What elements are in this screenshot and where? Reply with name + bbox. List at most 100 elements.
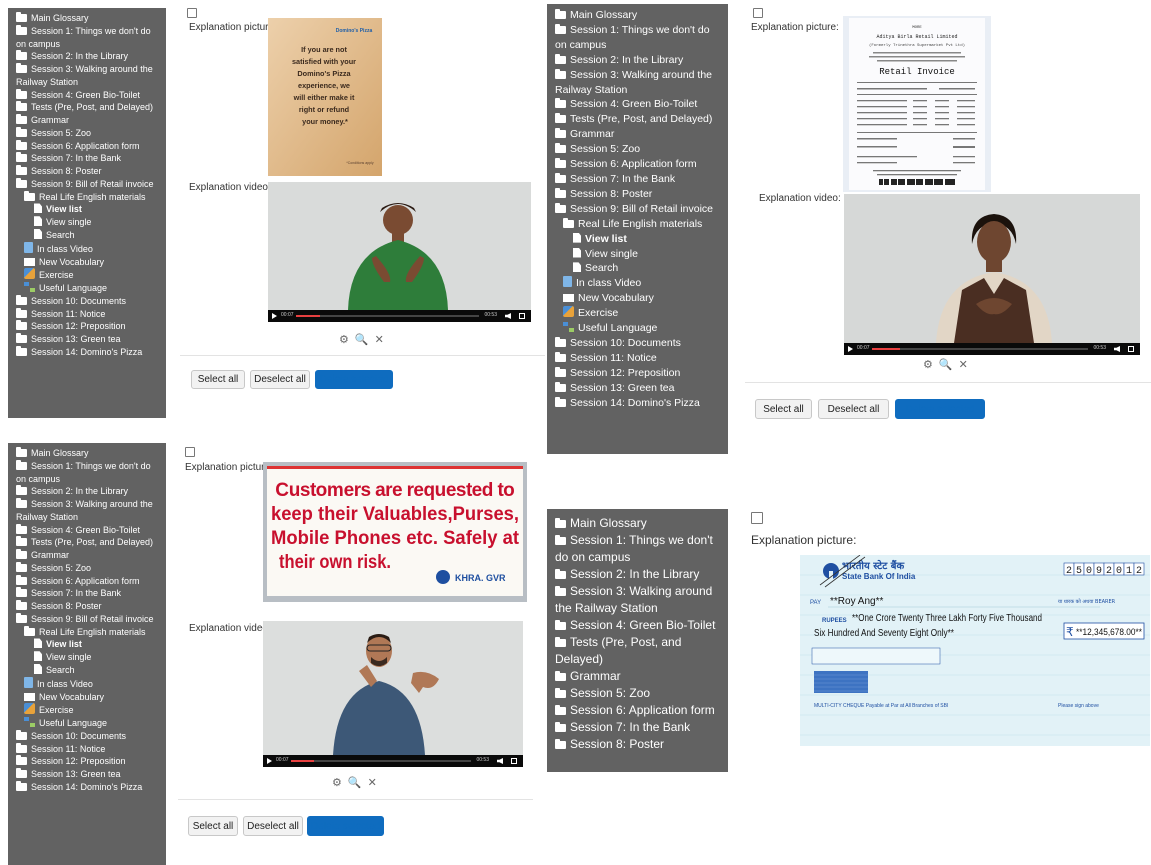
- sidebar-item[interactable]: In class Video: [555, 276, 722, 291]
- sidebar-item[interactable]: Session 2: In the Library: [555, 566, 722, 583]
- explanation-video-player[interactable]: 00:07 00:53: [844, 194, 1140, 355]
- video-seek-bar[interactable]: [872, 348, 1088, 350]
- sidebar-item[interactable]: View list: [555, 232, 722, 247]
- sidebar-item[interactable]: Session 7: In the Bank: [16, 152, 160, 165]
- sidebar-item[interactable]: Session 10: Documents: [555, 336, 722, 351]
- play-icon[interactable]: [848, 346, 853, 352]
- sidebar-item[interactable]: Session 1: Things we don't do on campus: [555, 23, 722, 53]
- sidebar-item[interactable]: Session 11: Notice: [16, 307, 160, 321]
- sidebar-item[interactable]: Main Glossary: [16, 12, 160, 25]
- gear-icon[interactable]: ⚙: [332, 777, 348, 789]
- sidebar-item[interactable]: Session 12: Preposition: [555, 366, 722, 381]
- sidebar-item[interactable]: Session 14: Domino's Pizza: [16, 780, 160, 794]
- close-icon[interactable]: ✕: [368, 777, 383, 789]
- sidebar-item[interactable]: Session 7: In the Bank: [555, 719, 722, 736]
- sidebar-item[interactable]: View list: [16, 638, 160, 651]
- sidebar-item[interactable]: Session 9: Bill of Retail invoice: [16, 612, 160, 626]
- fullscreen-icon[interactable]: [511, 758, 517, 764]
- explanation-video-player[interactable]: 00:07 00:53: [263, 621, 523, 767]
- sidebar-item[interactable]: Session 10: Documents: [16, 729, 160, 743]
- sidebar-item[interactable]: View single: [555, 247, 722, 262]
- sidebar-item[interactable]: Session 3: Walking around the Railway St…: [16, 498, 160, 524]
- sidebar-item[interactable]: Session 2: In the Library: [555, 53, 722, 68]
- sidebar-item[interactable]: Session 4: Green Bio-Toilet: [16, 88, 160, 102]
- volume-icon[interactable]: [505, 313, 511, 319]
- sidebar-item[interactable]: Tests (Pre, Post, and Delayed): [16, 101, 160, 114]
- volume-icon[interactable]: [497, 758, 503, 764]
- play-icon[interactable]: [272, 313, 277, 319]
- sidebar-item[interactable]: In class Video: [16, 676, 160, 691]
- sidebar-item[interactable]: Session 3: Walking around the Railway St…: [555, 68, 722, 98]
- sidebar-item[interactable]: Session 4: Green Bio-Toilet: [555, 617, 722, 634]
- sidebar-item[interactable]: View single: [16, 651, 160, 664]
- sidebar-item[interactable]: Tests (Pre, Post, and Delayed): [555, 634, 722, 668]
- sidebar-item[interactable]: Real Life English materials: [16, 190, 160, 204]
- sidebar-item[interactable]: Session 7: In the Bank: [16, 587, 160, 600]
- entry-checkbox[interactable]: [753, 8, 763, 18]
- sidebar-item[interactable]: Session 13: Green tea: [555, 381, 722, 396]
- gear-icon[interactable]: ⚙: [923, 359, 939, 371]
- video-seek-bar[interactable]: [296, 315, 479, 317]
- sidebar-item[interactable]: Real Life English materials: [16, 625, 160, 639]
- sidebar-item[interactable]: View list: [16, 203, 160, 216]
- fullscreen-icon[interactable]: [519, 313, 525, 319]
- sidebar-item[interactable]: Session 8: Poster: [555, 736, 722, 753]
- sidebar-item[interactable]: New Vocabulary: [555, 291, 722, 306]
- sidebar-item[interactable]: Session 9: Bill of Retail invoice: [555, 202, 722, 217]
- sidebar-item[interactable]: New Vocabulary: [16, 691, 160, 704]
- close-icon[interactable]: ✕: [959, 359, 974, 371]
- sidebar-item[interactable]: Session 5: Zoo: [555, 142, 722, 157]
- sidebar-item[interactable]: Grammar: [555, 668, 722, 685]
- sidebar-item[interactable]: Exercise: [16, 268, 160, 282]
- sidebar-item[interactable]: Search: [555, 261, 722, 276]
- sidebar-item[interactable]: Session 6: Application form: [555, 157, 722, 172]
- sidebar-item[interactable]: Main Glossary: [555, 515, 722, 532]
- sidebar-item[interactable]: Session 11: Notice: [555, 351, 722, 366]
- search-icon[interactable]: 🔍: [348, 777, 368, 789]
- sidebar-item[interactable]: Session 4: Green Bio-Toilet: [16, 523, 160, 537]
- sidebar-item[interactable]: Session 13: Green tea: [16, 768, 160, 781]
- gear-icon[interactable]: ⚙: [339, 334, 355, 346]
- sidebar-item[interactable]: Session 2: In the Library: [16, 50, 160, 63]
- sidebar-item[interactable]: Session 7: In the Bank: [555, 172, 722, 187]
- volume-icon[interactable]: [1114, 346, 1120, 352]
- sidebar-item[interactable]: Main Glossary: [555, 8, 722, 23]
- sidebar-item[interactable]: Session 11: Notice: [16, 742, 160, 756]
- sidebar-item[interactable]: Session 2: In the Library: [16, 485, 160, 498]
- entry-checkbox[interactable]: [187, 8, 197, 18]
- sidebar-item[interactable]: Session 12: Preposition: [16, 755, 160, 768]
- select-all-button[interactable]: Select all: [191, 370, 245, 389]
- entry-checkbox[interactable]: [185, 447, 195, 457]
- delete-selected-button[interactable]: Delete selected: [895, 399, 985, 419]
- play-icon[interactable]: [267, 758, 272, 764]
- sidebar-item[interactable]: Tests (Pre, Post, and Delayed): [555, 112, 722, 127]
- sidebar-item[interactable]: Session 8: Poster: [16, 600, 160, 613]
- sidebar-item[interactable]: Session 8: Poster: [16, 165, 160, 178]
- delete-selected-button[interactable]: Delete selected: [315, 370, 393, 389]
- select-all-button[interactable]: Select all: [188, 816, 238, 836]
- deselect-all-button[interactable]: Deselect all: [818, 399, 889, 419]
- search-icon[interactable]: 🔍: [355, 334, 375, 346]
- sidebar-item[interactable]: View single: [16, 216, 160, 229]
- sidebar-item[interactable]: Session 10: Documents: [16, 294, 160, 308]
- sidebar-item[interactable]: Session 12: Preposition: [16, 320, 160, 333]
- sidebar-item[interactable]: Grammar: [555, 127, 722, 142]
- delete-selected-button[interactable]: Delete selected: [307, 816, 384, 836]
- sidebar-item[interactable]: Search: [16, 664, 160, 677]
- sidebar-item[interactable]: Session 3: Walking around the Railway St…: [555, 583, 722, 617]
- sidebar-item[interactable]: Main Glossary: [16, 447, 160, 460]
- sidebar-item[interactable]: Session 3: Walking around the Railway St…: [16, 63, 160, 89]
- deselect-all-button[interactable]: Deselect all: [243, 816, 303, 836]
- sidebar-item[interactable]: New Vocabulary: [16, 256, 160, 269]
- sidebar-item[interactable]: Session 8: Poster: [555, 187, 722, 202]
- sidebar-item[interactable]: Grammar: [16, 114, 160, 127]
- fullscreen-icon[interactable]: [1128, 346, 1134, 352]
- sidebar-item[interactable]: Session 1: Things we don't do on campus: [16, 24, 160, 51]
- sidebar-item[interactable]: Useful Language: [16, 717, 160, 730]
- sidebar-item[interactable]: Session 5: Zoo: [555, 685, 722, 702]
- sidebar-item[interactable]: Session 6: Application form: [16, 139, 160, 153]
- sidebar-item[interactable]: Exercise: [555, 306, 722, 321]
- sidebar-item[interactable]: Useful Language: [555, 321, 722, 336]
- sidebar-item[interactable]: Session 1: Things we don't do on campus: [555, 532, 722, 566]
- sidebar-item[interactable]: Session 5: Zoo: [16, 561, 160, 575]
